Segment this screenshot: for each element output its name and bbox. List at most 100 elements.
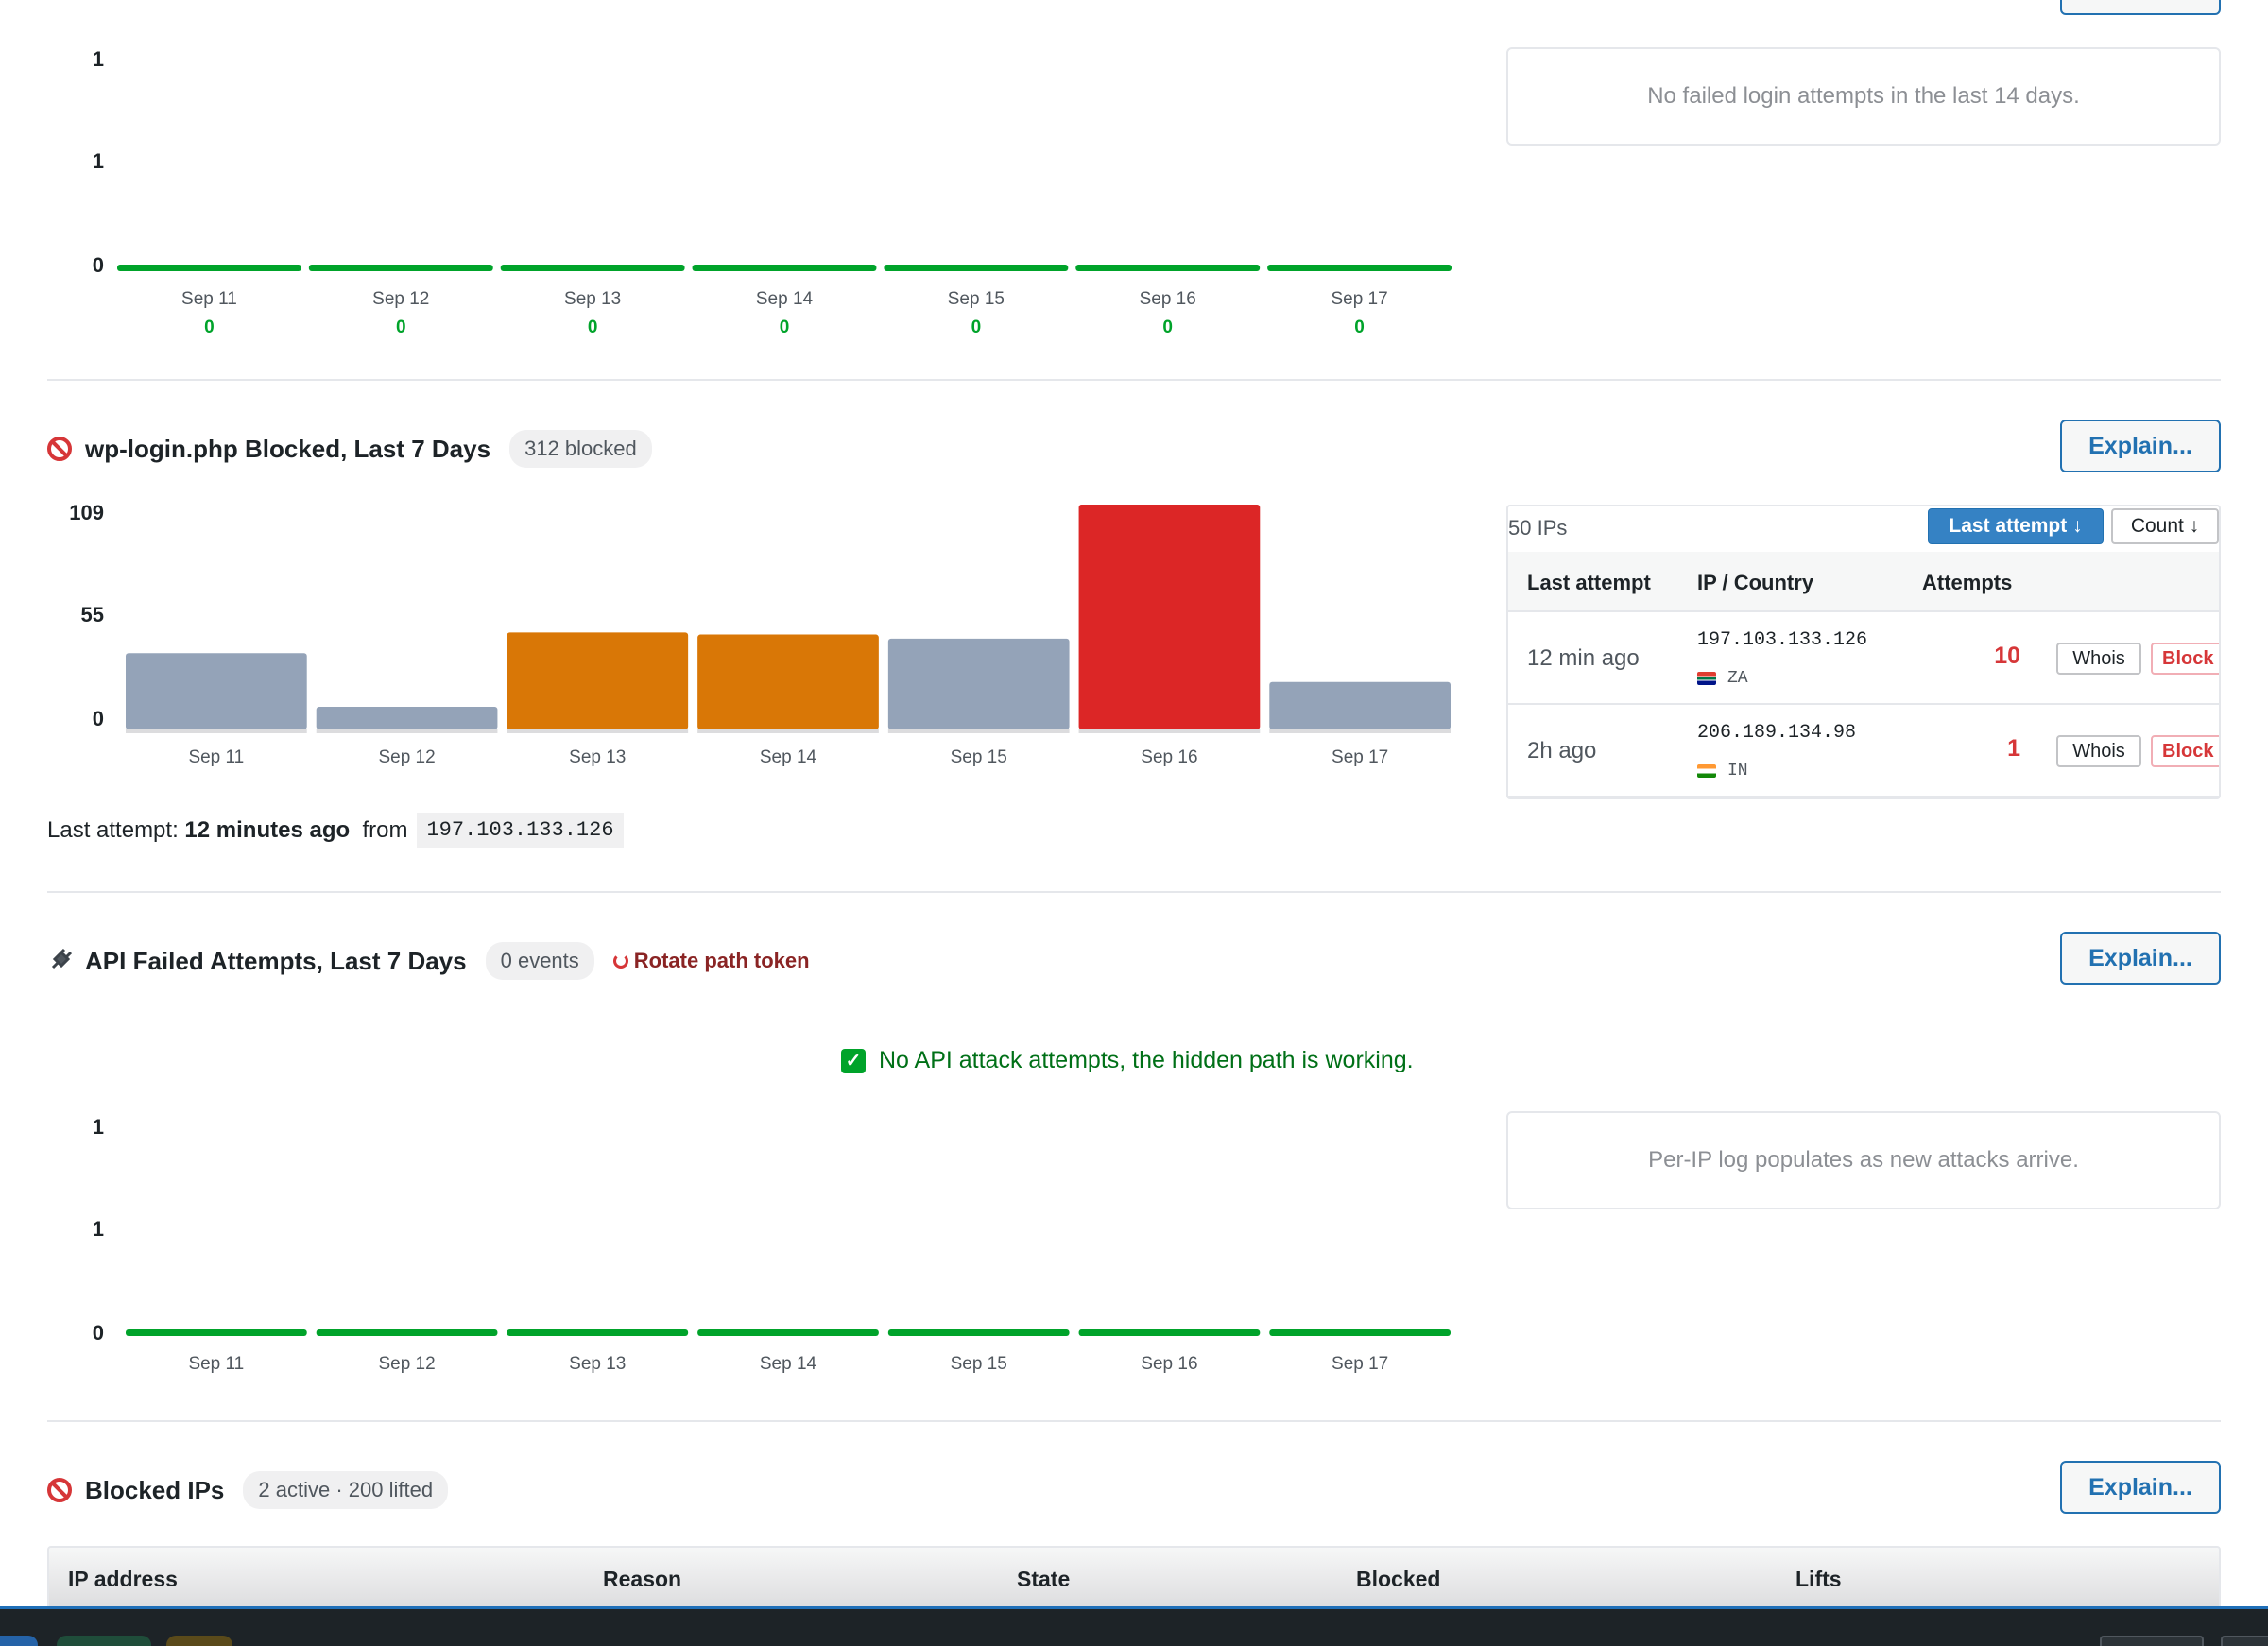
rotate-path-token-label: Rotate path token — [633, 949, 810, 972]
row-attempts: 10 — [1994, 643, 2020, 669]
x-tick-label: Sep 17 — [1332, 747, 1388, 767]
bar-sep-16[interactable] — [1078, 1329, 1261, 1336]
api-empty-text: Per-IP log populates as new attacks arri… — [1648, 1147, 2079, 1173]
bar-sep-15[interactable] — [884, 265, 1069, 271]
row-country: IN — [1697, 762, 1748, 780]
x-tick-label: Sep 15 — [951, 1354, 1007, 1374]
x-tick-label: Sep 16 — [1141, 747, 1197, 767]
toolbar-button[interactable] — [2221, 1636, 2268, 1646]
ip-log-panel: 50 IPs Last attempt ↓ Count ↓ Last attem… — [1506, 505, 2221, 799]
y-tick-label: 0 — [93, 1321, 104, 1345]
bar-baseline — [1269, 729, 1451, 733]
wp-login-count-badge: 312 blocked — [509, 430, 652, 468]
bar-sep-16[interactable] — [1078, 505, 1261, 729]
table-row: 2h ago 206.189.134.98 IN 1 Whois Block — [1508, 705, 2219, 797]
bar-baseline — [507, 729, 689, 733]
bar-sep-14[interactable] — [692, 265, 877, 271]
x-tick-label: Sep 11 — [181, 289, 237, 309]
value-label: 0 — [971, 317, 982, 337]
bar-sep-14[interactable] — [697, 634, 879, 729]
api-chart: 1 1 0 Sep 11 Sep 12 Sep 13 Sep 14 Sep 15 Sep 16 S… — [0, 1106, 1474, 1389]
bar-baseline — [1078, 729, 1261, 733]
bar-sep-15[interactable] — [887, 1329, 1070, 1336]
failed-logins-empty-text: No failed login attempts in the last 14 … — [1647, 83, 2080, 109]
wp-login-explain-button[interactable]: Explain... — [2060, 420, 2221, 472]
toolbar-chip[interactable] — [166, 1636, 232, 1646]
bar-sep-12[interactable] — [316, 706, 498, 729]
row-last-attempt: 12 min ago — [1527, 645, 1640, 671]
bar-sep-12[interactable] — [316, 1329, 498, 1336]
failed-logins-explain-button[interactable] — [2060, 0, 2221, 15]
row-country: ZA — [1697, 669, 1748, 688]
api-explain-button[interactable]: Explain... — [2060, 932, 2221, 985]
bar-baseline — [316, 729, 498, 733]
wp-login-chart-svg: 109 55 0 Sep 11 Sep 12 Sep 13 Sep 14 Sep 15 Sep … — [69, 501, 1451, 767]
toolbar-button[interactable] — [2100, 1636, 2204, 1646]
column-header-ip-country[interactable]: IP / Country — [1697, 571, 1813, 595]
y-tick-label: 0 — [93, 707, 104, 730]
rotate-icon — [612, 953, 628, 969]
bar-sep-12[interactable] — [308, 265, 493, 271]
x-tick-label: Sep 14 — [760, 747, 817, 767]
whois-button[interactable]: Whois — [2056, 643, 2141, 675]
bar-sep-11[interactable] — [117, 265, 301, 271]
column-header-last-attempt[interactable]: Last attempt — [1527, 571, 1651, 595]
block-button[interactable]: Block — [2151, 643, 2219, 675]
ip-log-toolbar: 50 IPs Last attempt ↓ Count ↓ — [1508, 506, 2219, 552]
whois-button[interactable]: Whois — [2056, 735, 2141, 767]
toolbar-chip[interactable] — [0, 1636, 38, 1646]
section-divider — [47, 379, 2221, 381]
block-button[interactable]: Block — [2151, 735, 2219, 767]
row-country-code: ZA — [1727, 669, 1748, 688]
api-chart-svg: 1 1 0 Sep 11 Sep 12 Sep 13 Sep 14 Sep 15 Sep 16 S… — [93, 1115, 1451, 1374]
blocked-ips-explain-button[interactable]: Explain... — [2060, 1461, 2221, 1514]
bar-sep-17[interactable] — [1267, 265, 1452, 271]
failed-logins-chart-svg: 1 1 0 Sep 11 0 Sep 12 0 Sep 13 0 Sep 14 0 Sep 15 0 Se… — [93, 47, 1452, 337]
table-row: 12 min ago 197.103.133.126 ZA 10 Whois B… — [1508, 612, 2219, 705]
column-header-lifts[interactable]: Lifts — [1796, 1567, 1842, 1592]
bar-sep-13[interactable] — [507, 632, 689, 729]
row-ip-address: 197.103.133.126 — [1697, 629, 1868, 651]
api-ok-message: ✓ No API attack attempts, the hidden pat… — [841, 1047, 1414, 1074]
last-attempt-time: 12 minutes ago — [184, 816, 351, 843]
rotate-path-token-link[interactable]: Rotate path token — [612, 949, 810, 973]
x-tick-label: Sep 16 — [1141, 1354, 1197, 1374]
x-tick-label: Sep 13 — [569, 1354, 626, 1374]
bar-sep-17[interactable] — [1269, 1329, 1451, 1336]
bar-sep-13[interactable] — [500, 265, 685, 271]
value-label: 0 — [1162, 317, 1173, 337]
bar-sep-17[interactable] — [1269, 681, 1451, 729]
sort-last-attempt-button[interactable]: Last attempt ↓ — [1928, 508, 2104, 544]
toolbar-chip[interactable] — [57, 1636, 151, 1646]
bar-sep-11[interactable] — [126, 1329, 307, 1336]
column-header-attempts[interactable]: Attempts — [1922, 571, 2012, 595]
column-header-ip-address[interactable]: IP address — [68, 1567, 178, 1592]
api-title: API Failed Attempts, Last 7 Days — [85, 946, 467, 975]
sort-count-button[interactable]: Count ↓ — [2111, 508, 2219, 544]
wp-login-header: wp-login.php Blocked, Last 7 Days 312 bl… — [47, 430, 652, 468]
column-header-blocked[interactable]: Blocked — [1356, 1567, 1440, 1592]
y-tick-label: 1 — [93, 1217, 104, 1241]
za-flag-icon — [1697, 672, 1716, 685]
in-flag-icon — [1697, 764, 1716, 778]
y-tick-label: 0 — [93, 253, 104, 277]
failed-logins-chart: 1 1 0 Sep 11 0 Sep 12 0 Sep 13 0 Sep 14 0 Sep 15 0 Se… — [0, 38, 1474, 350]
bar-sep-14[interactable] — [697, 1329, 879, 1336]
row-attempts: 1 — [2007, 735, 2020, 762]
wp-login-title: wp-login.php Blocked, Last 7 Days — [85, 434, 491, 463]
row-ip-address: 206.189.134.98 — [1697, 722, 1857, 744]
bar-sep-15[interactable] — [887, 638, 1070, 729]
bar-sep-13[interactable] — [507, 1329, 689, 1336]
bar-sep-11[interactable] — [126, 653, 307, 729]
column-header-state[interactable]: State — [1017, 1567, 1070, 1592]
section-divider — [47, 1420, 2221, 1422]
no-entry-icon — [47, 437, 72, 461]
column-header-reason[interactable]: Reason — [603, 1567, 681, 1592]
section-divider — [47, 891, 2221, 893]
api-header: API Failed Attempts, Last 7 Days 0 event… — [47, 942, 810, 980]
bar-sep-16[interactable] — [1075, 265, 1261, 271]
x-tick-label: Sep 15 — [951, 747, 1007, 767]
no-entry-icon — [47, 1478, 72, 1502]
x-tick-label: Sep 12 — [372, 289, 429, 309]
x-tick-label: Sep 11 — [188, 1354, 244, 1374]
